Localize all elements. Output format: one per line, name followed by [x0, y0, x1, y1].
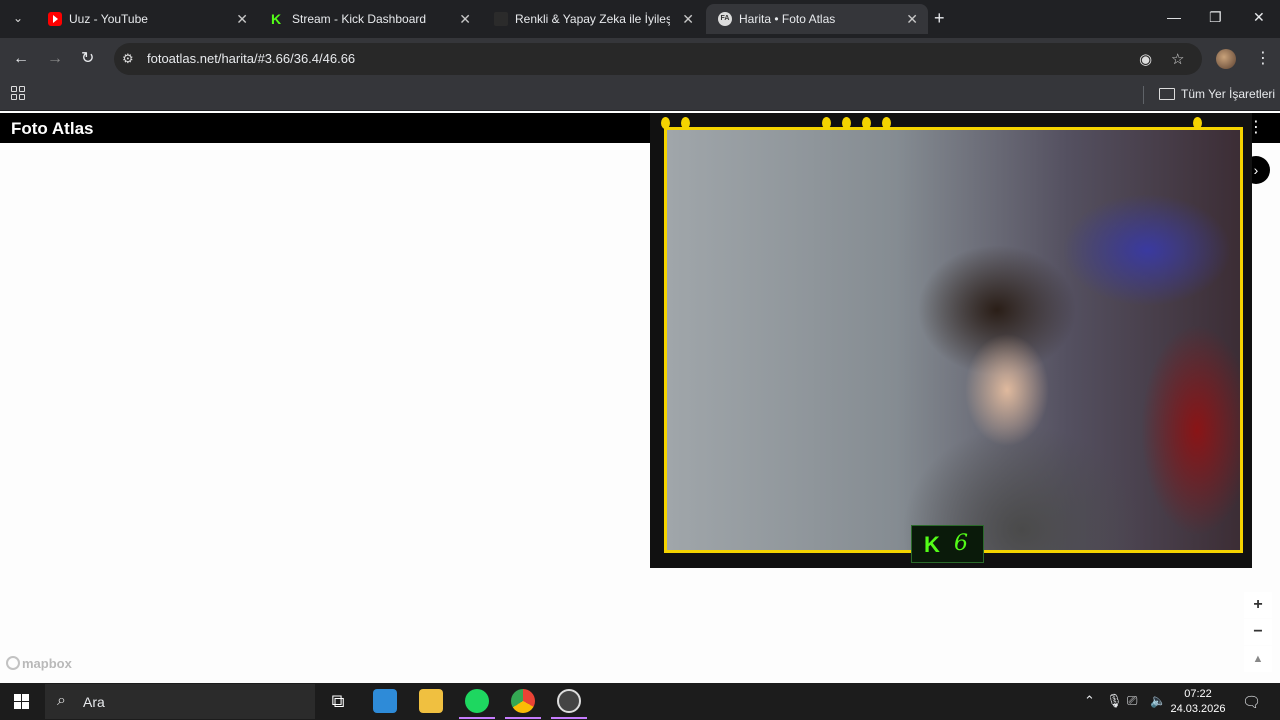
windows-taskbar: ⌕ Ara ⧉ ⌃ 🎙 ⎚ 🔈 07:22 24.03.2026 🗨 — [0, 683, 1280, 720]
youtube-icon — [48, 12, 62, 26]
mapbox-logo: mapbox — [6, 656, 72, 671]
windows-start-icon[interactable] — [14, 694, 29, 709]
reset-north-button[interactable]: ▲ — [1244, 646, 1272, 672]
task-view-icon[interactable]: ⧉ — [326, 689, 350, 713]
reload-icon[interactable]: ↻ — [81, 49, 94, 69]
network-icon[interactable]: ⎚ — [1127, 693, 1137, 709]
address-bar[interactable]: ⚙ fotoatlas.net/harita/#3.66/36.4/46.66 … — [114, 43, 1202, 75]
tab-kick-dashboard[interactable]: K Stream - Kick Dashboard ✕ — [259, 4, 481, 34]
notifications-icon[interactable]: 🗨 — [1242, 693, 1261, 711]
chrome-icon[interactable] — [511, 689, 535, 713]
clock-time: 07:22 — [1184, 688, 1212, 700]
fotoatlas-icon: FA — [718, 12, 732, 26]
bookmark-star-icon[interactable]: ☆ — [1171, 50, 1184, 68]
control-panel-icon[interactable] — [373, 689, 397, 713]
webcam-video — [664, 127, 1243, 553]
close-window-icon[interactable]: ✕ — [1253, 9, 1265, 26]
tab-renkli[interactable]: Renkli & Yapay Zeka ile İyileştir ✕ — [482, 4, 704, 34]
minimize-icon[interactable]: — — [1167, 9, 1181, 25]
tab-search-chevron-icon[interactable]: ⌄ — [8, 8, 28, 28]
tab-youtube[interactable]: Uuz - YouTube ✕ — [36, 4, 258, 34]
tray-chevron-up-icon[interactable]: ⌃ — [1084, 693, 1095, 709]
folder-icon — [1159, 88, 1175, 100]
tab-foto-atlas[interactable]: FA Harita • Foto Atlas ✕ — [706, 4, 928, 34]
obs-icon[interactable] — [557, 689, 581, 713]
chrome-active-indicator — [505, 717, 541, 719]
bookmarks-bar: Tüm Yer İşaretleri — [0, 80, 1280, 111]
spotify-active-indicator — [459, 717, 495, 719]
zoom-out-button[interactable]: − — [1244, 619, 1272, 645]
browser-tab-strip: ⌄ Uuz - YouTube ✕ K Stream - Kick Dashbo… — [0, 0, 1280, 38]
apps-grid-icon[interactable] — [11, 86, 25, 100]
restore-icon[interactable]: ❐ — [1209, 9, 1222, 26]
spotify-icon[interactable] — [465, 689, 489, 713]
browser-menu-icon[interactable]: ⋮ — [1255, 48, 1271, 68]
taskbar-clock[interactable]: 07:22 24.03.2026 — [1170, 687, 1226, 717]
browser-toolbar: ← → ↻ ⚙ fotoatlas.net/harita/#3.66/36.4/… — [0, 38, 1280, 80]
profile-avatar[interactable] — [1216, 49, 1236, 69]
site-settings-icon[interactable]: ⚙ — [122, 51, 134, 67]
close-tab-icon[interactable]: ✕ — [236, 4, 248, 34]
url-text: fotoatlas.net/harita/#3.66/36.4/46.66 — [147, 51, 356, 66]
search-placeholder: Ara — [83, 694, 105, 710]
webcam-overlay — [650, 113, 1252, 568]
close-tab-icon[interactable]: ✕ — [906, 4, 918, 34]
viewer-count: 6 — [954, 531, 968, 556]
tab-title: Renkli & Yapay Zeka ile İyileştir — [515, 12, 670, 26]
tab-title: Uuz - YouTube — [69, 12, 148, 26]
taskbar-search-box[interactable]: ⌕ Ara — [45, 684, 315, 719]
close-tab-icon[interactable]: ✕ — [459, 4, 471, 34]
bookmarks-separator — [1143, 86, 1144, 104]
close-tab-icon[interactable]: ✕ — [682, 4, 694, 34]
clock-date: 24.03.2026 — [1170, 703, 1226, 715]
back-icon[interactable]: ← — [13, 49, 29, 69]
microphone-icon[interactable]: 🎙 — [1106, 693, 1123, 709]
kick-logo: K — [924, 532, 940, 557]
search-icon: ⌕ — [57, 692, 66, 709]
tab-title: Harita • Foto Atlas — [739, 12, 836, 26]
all-bookmarks-link[interactable]: Tüm Yer İşaretleri — [1181, 87, 1275, 101]
obs-active-indicator — [551, 717, 587, 719]
tab-title: Stream - Kick Dashboard — [292, 12, 427, 26]
kick-icon: K — [271, 11, 282, 27]
generic-icon — [494, 12, 508, 26]
volume-icon[interactable]: 🔈 — [1150, 693, 1166, 709]
tracking-protection-eye-icon[interactable]: ◉ — [1139, 50, 1152, 68]
site-brand[interactable]: Foto Atlas — [11, 119, 93, 139]
file-explorer-icon[interactable] — [419, 689, 443, 713]
kick-viewer-badge: K 6 — [911, 525, 984, 563]
zoom-in-button[interactable]: + — [1244, 592, 1272, 618]
forward-icon[interactable]: → — [47, 49, 63, 69]
new-tab-icon[interactable]: + — [934, 9, 945, 27]
